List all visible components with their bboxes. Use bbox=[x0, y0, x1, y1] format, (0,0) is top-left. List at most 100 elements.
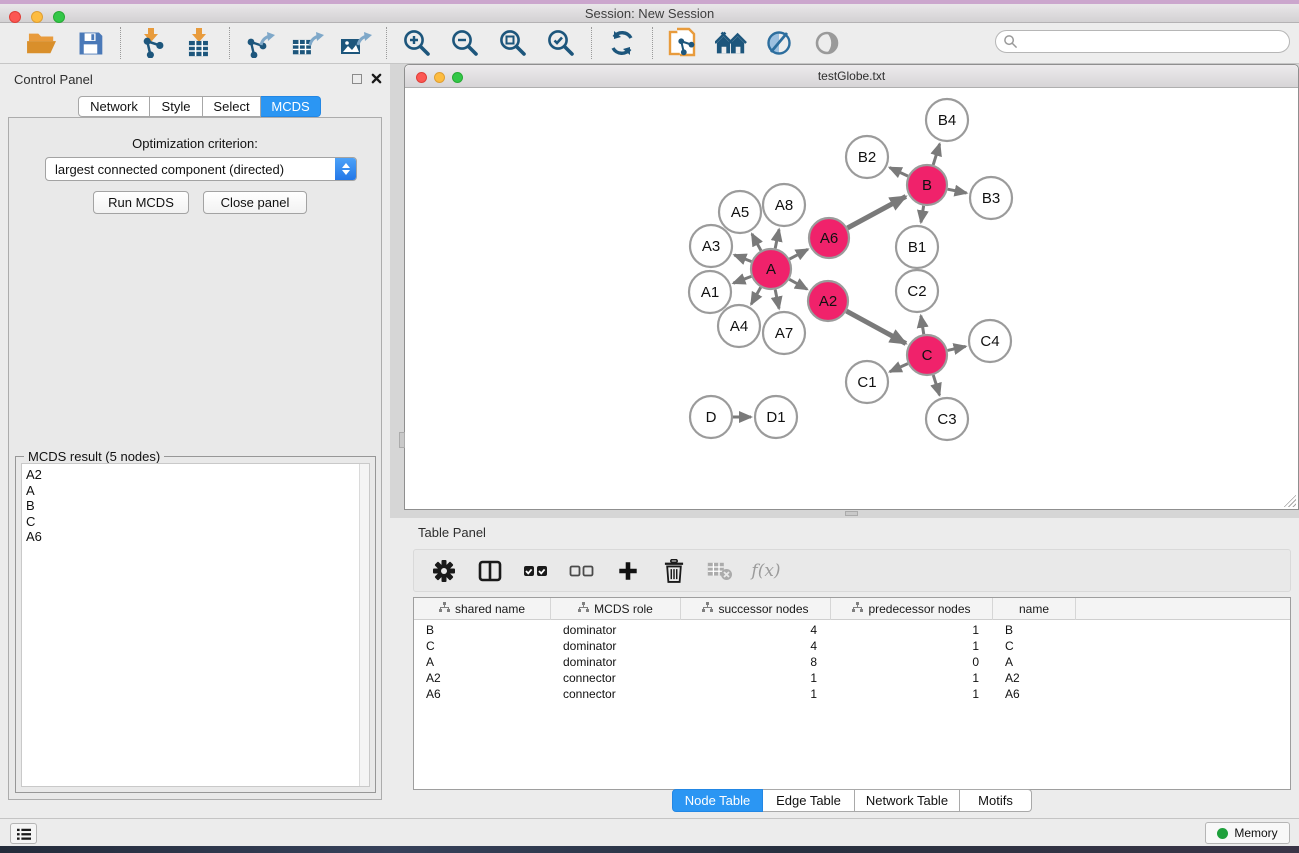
edge-A-A4[interactable] bbox=[751, 287, 760, 304]
tab-select[interactable]: Select bbox=[203, 96, 261, 117]
mcds-result-item[interactable]: B bbox=[26, 498, 369, 514]
column-header-name[interactable]: name bbox=[993, 598, 1076, 620]
trash-icon[interactable] bbox=[660, 557, 688, 585]
column-header-label: predecessor nodes bbox=[868, 602, 970, 616]
mcds-result-item[interactable]: A6 bbox=[26, 529, 369, 545]
function-builder-icon[interactable]: f(x) bbox=[752, 557, 780, 585]
column-header-MCDS-role[interactable]: MCDS role bbox=[551, 598, 681, 620]
edge-A-A2[interactable] bbox=[789, 279, 807, 289]
edge-A2-C[interactable] bbox=[846, 311, 905, 343]
import-network-icon[interactable] bbox=[134, 27, 168, 59]
edge-B-B3[interactable] bbox=[948, 189, 967, 193]
titlebar[interactable]: Session: New Session bbox=[0, 4, 1299, 23]
mcds-result-item[interactable]: C bbox=[26, 514, 369, 530]
tab-mcds[interactable]: MCDS bbox=[261, 96, 321, 117]
toolbar-group bbox=[121, 27, 229, 59]
close-panel-button[interactable]: Close panel bbox=[203, 191, 307, 214]
search-field[interactable] bbox=[995, 30, 1290, 53]
edge-B-B2[interactable] bbox=[890, 168, 908, 177]
table-row[interactable]: A6connector11A6 bbox=[414, 686, 1290, 702]
network-canvas[interactable]: B4B2BB3B1A5A8A3A6AA1A4A7A2C2CC4C1C3DD1 bbox=[405, 88, 1298, 509]
network-horizontal-scrollbar[interactable] bbox=[845, 511, 858, 516]
import-table-icon[interactable] bbox=[182, 27, 216, 59]
network-window-titlebar[interactable]: testGlobe.txt bbox=[405, 65, 1298, 88]
delete-table-icon[interactable] bbox=[706, 557, 734, 585]
column-header-shared-name[interactable]: shared name bbox=[414, 598, 551, 620]
table-cell: A bbox=[414, 654, 551, 670]
new-network-file-icon[interactable] bbox=[666, 27, 700, 59]
open-file-icon[interactable] bbox=[25, 27, 59, 59]
export-network-icon[interactable] bbox=[243, 27, 277, 59]
export-image-icon[interactable] bbox=[339, 27, 373, 59]
hidden-panels-button[interactable] bbox=[10, 823, 37, 844]
zoom-out-icon[interactable] bbox=[448, 27, 482, 59]
edge-A-A3[interactable] bbox=[734, 255, 751, 262]
network-close-button[interactable] bbox=[416, 72, 427, 83]
edge-A-A1[interactable] bbox=[733, 276, 751, 283]
deselect-all-icon[interactable] bbox=[568, 557, 596, 585]
zoom-window-button[interactable] bbox=[53, 11, 65, 23]
network-graph[interactable]: B4B2BB3B1A5A8A3A6AA1A4A7A2C2CC4C1C3DD1 bbox=[405, 88, 1298, 509]
column-header-predecessor-nodes[interactable]: predecessor nodes bbox=[831, 598, 993, 620]
column-type-icon bbox=[578, 602, 589, 616]
edge-A6-B[interactable] bbox=[847, 196, 905, 228]
tab-node-table[interactable]: Node Table bbox=[672, 789, 763, 812]
network-zoom-button[interactable] bbox=[452, 72, 463, 83]
float-panel-icon[interactable] bbox=[352, 74, 362, 84]
close-window-button[interactable] bbox=[9, 11, 21, 23]
minimize-window-button[interactable] bbox=[31, 11, 43, 23]
hide-panel-icon[interactable] bbox=[762, 27, 796, 59]
gear-icon[interactable] bbox=[430, 557, 458, 585]
resize-grip[interactable] bbox=[1284, 495, 1296, 507]
edge-C-C2[interactable] bbox=[921, 316, 924, 335]
columns-icon[interactable] bbox=[476, 557, 504, 585]
table-cell: A2 bbox=[414, 670, 551, 686]
application-window: Session: New Session Control Panel Netwo… bbox=[0, 0, 1299, 853]
refresh-layout-icon[interactable] bbox=[605, 27, 639, 59]
tab-edge-table[interactable]: Edge Table bbox=[763, 789, 855, 812]
column-header-successor-nodes[interactable]: successor nodes bbox=[681, 598, 831, 620]
criterion-select[interactable]: largest connected component (directed) bbox=[45, 157, 357, 181]
edge-A-A8[interactable] bbox=[775, 229, 779, 248]
export-table-icon[interactable] bbox=[291, 27, 325, 59]
edge-A-A6[interactable] bbox=[790, 249, 808, 259]
edge-A-A5[interactable] bbox=[752, 234, 761, 251]
control-panel-tabs: NetworkStyleSelectMCDS bbox=[78, 96, 321, 117]
save-session-icon[interactable] bbox=[73, 27, 107, 59]
select-all-icon[interactable] bbox=[522, 557, 550, 585]
network-vertical-scrollbar[interactable] bbox=[399, 432, 405, 448]
mcds-result-item[interactable]: A bbox=[26, 483, 369, 499]
run-mcds-button[interactable]: Run MCDS bbox=[93, 191, 189, 214]
result-scrollbar[interactable] bbox=[359, 464, 369, 786]
memory-button[interactable]: Memory bbox=[1205, 822, 1290, 844]
edge-A-A7[interactable] bbox=[775, 290, 779, 309]
tab-style[interactable]: Style bbox=[150, 96, 203, 117]
close-panel-icon[interactable] bbox=[371, 73, 382, 84]
table-cell: B bbox=[993, 622, 1076, 638]
show-graphics-icon[interactable] bbox=[810, 27, 844, 59]
table-row[interactable]: A2connector11A2 bbox=[414, 670, 1290, 686]
select-stepper-icon bbox=[335, 158, 356, 180]
tab-network-table[interactable]: Network Table bbox=[855, 789, 960, 812]
zoom-selected-icon[interactable] bbox=[544, 27, 578, 59]
edge-C-C4[interactable] bbox=[947, 346, 965, 350]
edge-B-B4[interactable] bbox=[933, 144, 939, 165]
zoom-fit-icon[interactable] bbox=[496, 27, 530, 59]
table-cell: C bbox=[993, 638, 1076, 654]
edge-C-C3[interactable] bbox=[933, 375, 939, 395]
table-row[interactable]: Bdominator41B bbox=[414, 622, 1290, 638]
add-icon[interactable] bbox=[614, 557, 642, 585]
tab-motifs[interactable]: Motifs bbox=[960, 789, 1032, 812]
home-icon[interactable] bbox=[714, 27, 748, 59]
table-cell: A2 bbox=[993, 670, 1076, 686]
edge-B-B1[interactable] bbox=[921, 206, 924, 223]
table-row[interactable]: Cdominator41C bbox=[414, 638, 1290, 654]
tab-network[interactable]: Network bbox=[78, 96, 150, 117]
network-minimize-button[interactable] bbox=[434, 72, 445, 83]
search-input[interactable] bbox=[1018, 31, 1289, 52]
edge-C-C1[interactable] bbox=[890, 364, 908, 372]
zoom-in-icon[interactable] bbox=[400, 27, 434, 59]
table-cell: 4 bbox=[681, 638, 831, 654]
mcds-result-item[interactable]: A2 bbox=[26, 467, 369, 483]
table-row[interactable]: Adominator80A bbox=[414, 654, 1290, 670]
